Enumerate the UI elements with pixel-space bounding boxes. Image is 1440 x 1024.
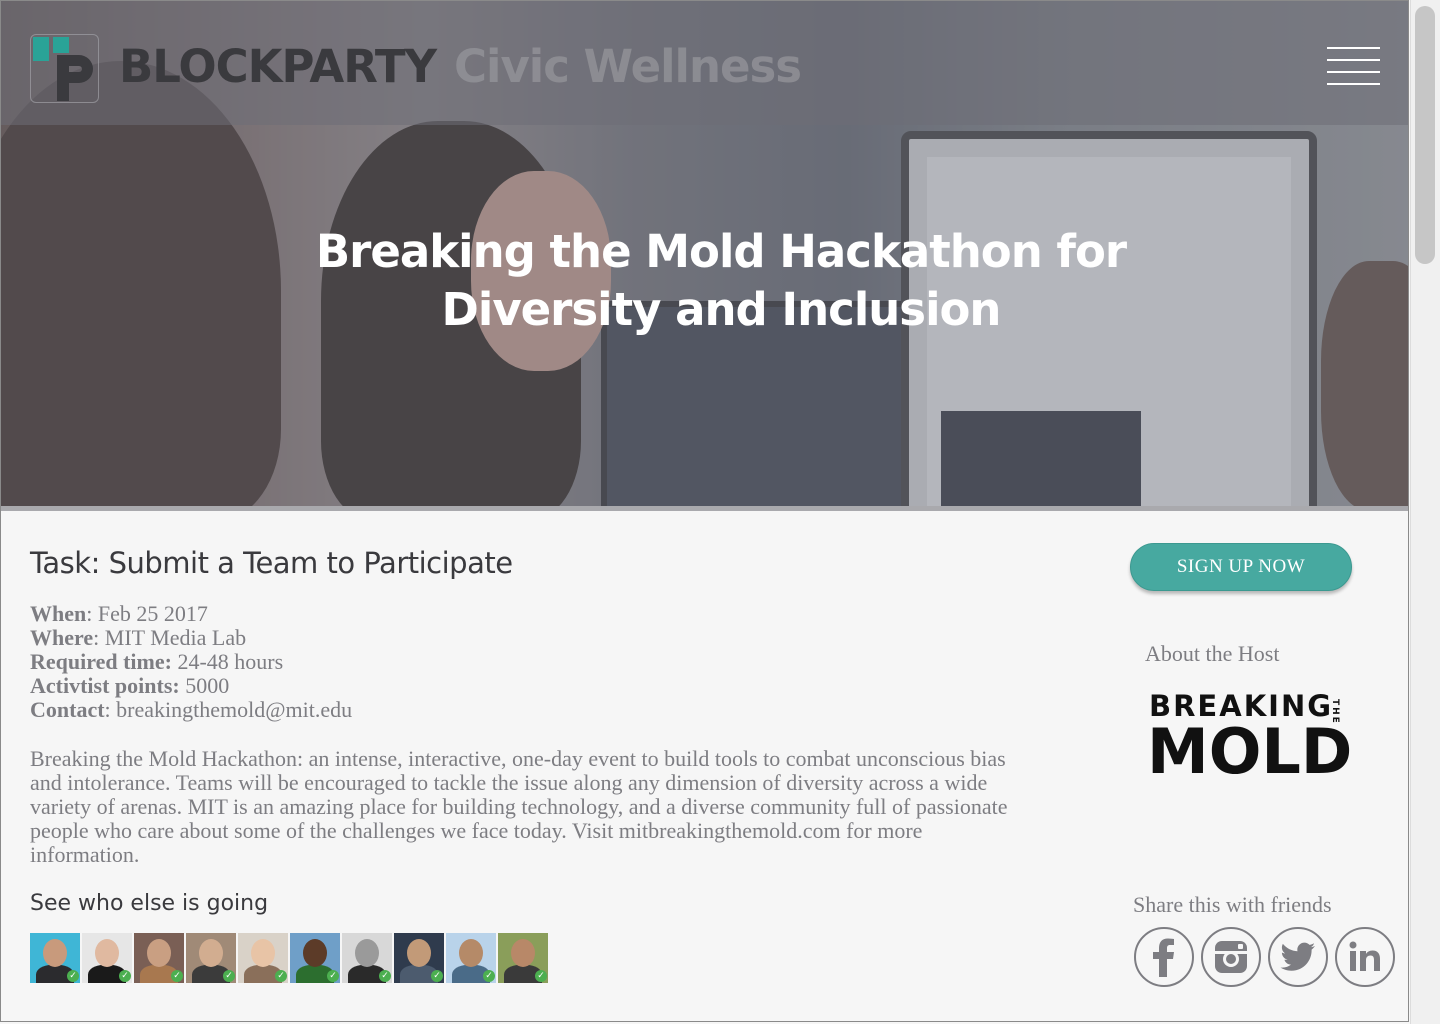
checkmark-icon: ✓ xyxy=(535,970,547,982)
checkmark-icon: ✓ xyxy=(327,970,339,982)
attendee-avatar[interactable]: ✓ xyxy=(342,933,392,983)
facebook-icon[interactable] xyxy=(1134,927,1194,987)
about-host-title: About the Host xyxy=(1145,641,1280,666)
event-detail-row: Activtist points: 5000 xyxy=(30,674,352,698)
attendee-avatar[interactable]: ✓ xyxy=(238,933,288,983)
checkmark-icon: ✓ xyxy=(171,970,183,982)
attendees-title: See who else is going xyxy=(30,891,269,916)
twitter-icon[interactable] xyxy=(1268,927,1328,987)
checkmark-icon: ✓ xyxy=(275,970,287,982)
hero-title: Breaking the Mold Hackathon for Diversit… xyxy=(315,225,1127,336)
attendee-avatar[interactable]: ✓ xyxy=(446,933,496,983)
sign-up-button[interactable]: SIGN UP NOW xyxy=(1130,543,1352,591)
scrollbar-thumb[interactable] xyxy=(1415,6,1435,264)
event-detail-value[interactable]: breakingthemold@mit.edu xyxy=(116,697,352,722)
event-details: When: Feb 25 2017 Where: MIT Media Lab Req… xyxy=(30,602,352,722)
checkmark-icon: ✓ xyxy=(431,970,443,982)
hamburger-menu-icon[interactable] xyxy=(1327,47,1380,87)
checkmark-icon: ✓ xyxy=(119,970,131,982)
event-detail-value: 5000 xyxy=(185,673,230,698)
event-detail-label: When xyxy=(30,601,87,626)
event-detail-separator: : xyxy=(86,601,98,626)
event-detail-row: Where: MIT Media Lab xyxy=(30,626,352,650)
vertical-scrollbar[interactable] xyxy=(1410,0,1440,1024)
attendee-avatar[interactable]: ✓ xyxy=(186,933,236,983)
attendee-avatar[interactable]: ✓ xyxy=(30,933,80,983)
checkmark-icon: ✓ xyxy=(67,970,79,982)
share-title: Share this with friends xyxy=(1133,892,1332,917)
task-title: Task: Submit a Team to Participate xyxy=(30,546,513,580)
event-detail-separator: : xyxy=(93,625,105,650)
event-detail-row: Required time: 24-48 hours xyxy=(30,650,352,674)
event-detail-value: Feb 25 2017 xyxy=(97,601,208,626)
event-detail-label: Where xyxy=(30,625,94,650)
host-logo[interactable]: BREAKING THE MOLD xyxy=(1146,689,1364,789)
checkmark-icon: ✓ xyxy=(379,970,391,982)
event-detail-separator: : xyxy=(104,697,117,722)
attendee-list: ✓ ✓ ✓ ✓ ✓ ✓ ✓ ✓ ✓ ✓ xyxy=(30,933,548,983)
social-share-buttons xyxy=(1134,927,1395,987)
attendee-avatar[interactable]: ✓ xyxy=(290,933,340,983)
event-detail-row: Contact: breakingthemold@mit.edu xyxy=(30,698,352,722)
event-detail-row: When: Feb 25 2017 xyxy=(30,602,352,626)
host-logo-line2: MOLD xyxy=(1147,715,1353,788)
linkedin-icon[interactable] xyxy=(1335,927,1395,987)
brand-subtitle: Civic Wellness xyxy=(454,40,802,93)
page: Breaking the Mold Hackathon for Diversit… xyxy=(0,0,1409,1022)
instagram-icon[interactable] xyxy=(1201,927,1261,987)
event-detail-label: Required time: xyxy=(30,649,172,674)
blockparty-logo[interactable] xyxy=(30,34,99,103)
event-detail-label: Activtist points: xyxy=(30,673,180,698)
event-description: Breaking the Mold Hackathon: an intense,… xyxy=(30,746,1008,867)
attendee-avatar[interactable]: ✓ xyxy=(498,933,548,983)
checkmark-icon: ✓ xyxy=(223,970,235,982)
attendee-avatar[interactable]: ✓ xyxy=(394,933,444,983)
event-detail-value: MIT Media Lab xyxy=(104,625,247,650)
attendee-avatar[interactable]: ✓ xyxy=(82,933,132,983)
attendee-avatar[interactable]: ✓ xyxy=(134,933,184,983)
checkmark-icon: ✓ xyxy=(483,970,495,982)
brand-name[interactable]: BLOCKPARTY xyxy=(119,37,437,97)
event-detail-value: 24-48 hours xyxy=(177,649,284,674)
event-detail-label: Contact xyxy=(30,697,105,722)
top-navbar: BLOCKPARTY Civic Wellness xyxy=(1,1,1408,125)
